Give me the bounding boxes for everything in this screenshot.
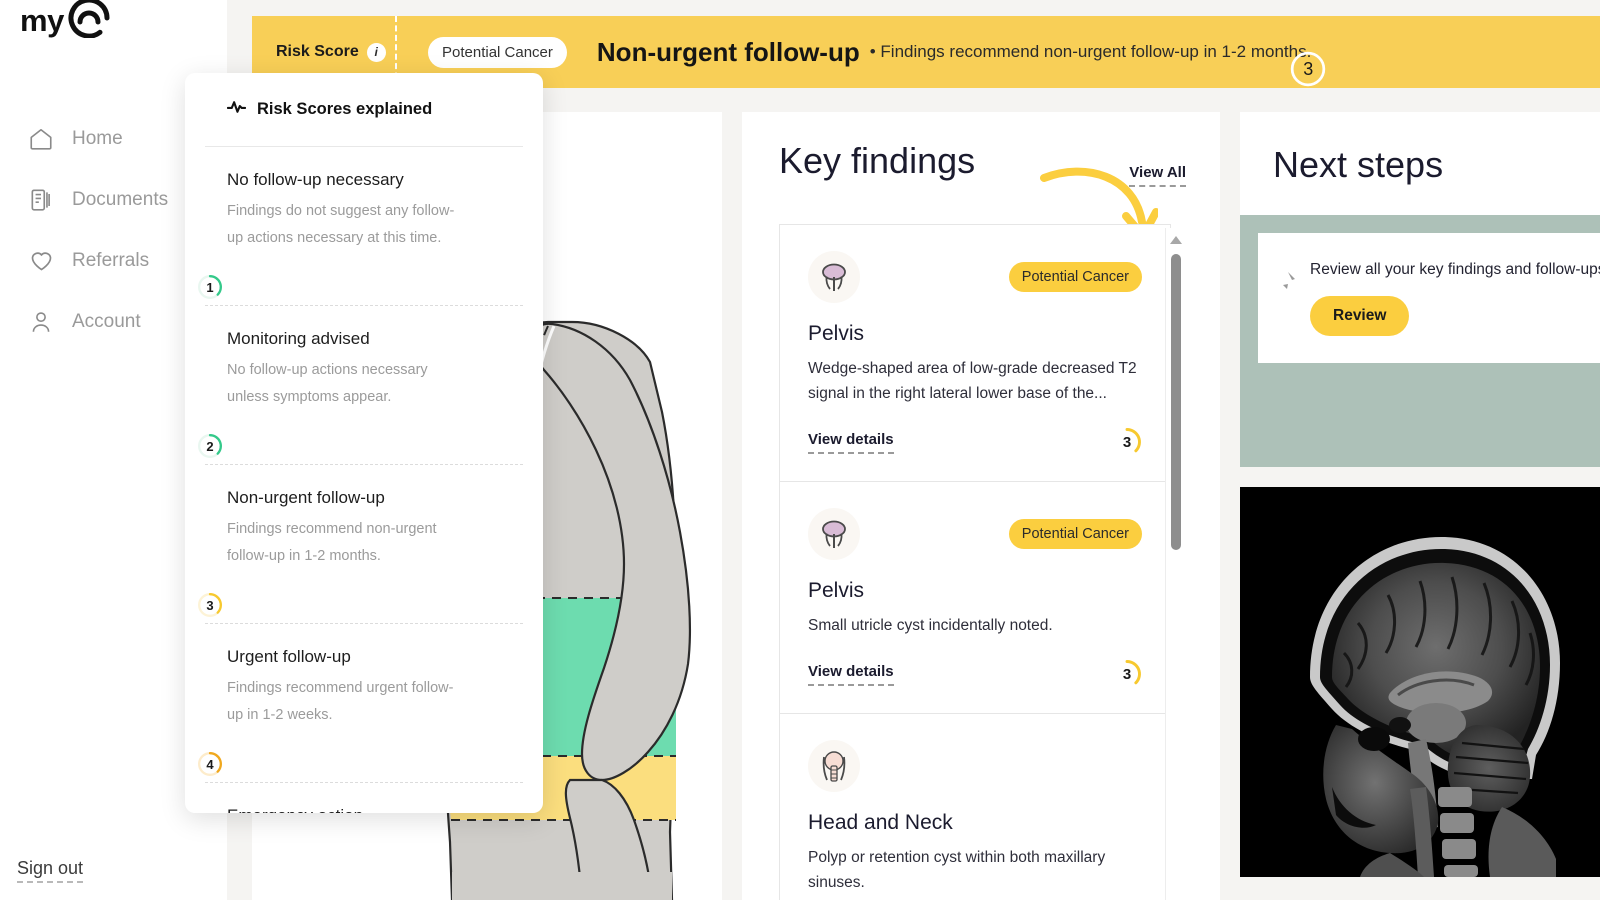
bladder-icon <box>808 508 860 560</box>
banner-bullet: • <box>869 42 876 61</box>
pushpin-icon <box>1274 269 1300 298</box>
risk-score-label-group[interactable]: Risk Score i <box>252 42 395 62</box>
sign-out-button[interactable]: Sign out <box>17 858 84 883</box>
risk-score-value: 3 <box>1122 665 1132 683</box>
risk-score-item-description: No follow-up actions necessary unless sy… <box>227 362 428 405</box>
risk-score-value: 3 <box>1122 433 1132 451</box>
risk-score-value: 3 <box>206 597 214 613</box>
sidebar-item-label: Account <box>72 310 141 332</box>
finding-card-header: Potential Cancer <box>808 251 1142 303</box>
banner-condition-chip: Potential Cancer <box>428 36 567 68</box>
findings-list[interactable]: Potential Cancer Pelvis Wedge-shaped are… <box>779 224 1171 900</box>
finding-description: Small utricle cyst incidentally noted. <box>808 617 1053 634</box>
next-steps-band: Review all your key findings and follow-… <box>1240 215 1600 467</box>
risk-score-item-3[interactable]: Non-urgent follow-up Findings recommend … <box>198 464 523 623</box>
risk-score-value: 1 <box>206 279 214 295</box>
risk-score-item-title: Non-urgent follow-up <box>227 488 385 507</box>
status-badge: Potential Cancer <box>1008 519 1142 549</box>
risk-score-item-title: No follow-up necessary <box>227 170 404 189</box>
scrollbar-thumb[interactable] <box>1170 254 1181 550</box>
risk-score-item-title: Monitoring advised <box>227 329 370 348</box>
finding-title: Pelvis <box>808 579 865 602</box>
head-neck-icon <box>808 740 860 792</box>
home-icon <box>26 124 56 154</box>
finding-title: Pelvis <box>808 322 865 345</box>
finding-card-footer: View details 3 <box>808 659 1142 689</box>
sidebar-item-label: Documents <box>72 188 169 210</box>
popover-title: Risk Scores explained <box>257 100 433 118</box>
view-all-link[interactable]: View All <box>1129 164 1186 187</box>
logo-text: my <box>20 2 64 38</box>
bladder-icon <box>808 251 860 303</box>
view-details-link[interactable]: View details <box>808 663 894 686</box>
risk-score-item-1[interactable]: No follow-up necessary Findings do not s… <box>185 147 543 305</box>
sidebar-item-label: Home <box>72 127 123 149</box>
sidebar-item-label: Referrals <box>72 249 150 271</box>
risk-score-item-title: Urgent follow-up <box>227 647 351 666</box>
risk-score-item-2[interactable]: Monitoring advised No follow-up actions … <box>198 305 523 464</box>
banner-risk-score-badge: 3 <box>1289 50 1327 88</box>
risk-score-badge: 1 <box>197 274 223 300</box>
banner-risk-score-value: 3 <box>1303 58 1314 79</box>
finding-card[interactable]: Potential Cancer Pelvis Wedge-shaped are… <box>780 225 1170 482</box>
finding-description: Polyp or retention cyst within both maxi… <box>808 849 1106 891</box>
key-findings-header: Key findings View All <box>742 112 1220 240</box>
risk-score-badge: 3 <box>1112 659 1142 689</box>
sagittal-brain-mri[interactable] <box>1240 487 1600 877</box>
finding-card-header: Potential Cancer <box>808 508 1142 560</box>
popover-header: Risk Scores explained <box>185 73 543 146</box>
risk-score-badge: 3 <box>197 592 223 618</box>
finding-card-header <box>808 740 1142 792</box>
risk-scores-popover[interactable]: Risk Scores explained No follow-up neces… <box>185 73 543 813</box>
banner-subtext-value: Findings recommend non-urgent follow-up … <box>880 42 1312 61</box>
risk-score-badge: 4 <box>197 751 223 777</box>
risk-score-label: Risk Score <box>276 43 359 60</box>
risk-score-item-4[interactable]: Urgent follow-up Findings recommend urge… <box>198 623 523 782</box>
risk-score-item-description: Findings do not suggest any follow-up ac… <box>227 203 455 246</box>
scroll-up-arrow-icon[interactable] <box>1169 236 1182 244</box>
next-step-card[interactable]: Review all your key findings and follow-… <box>1258 233 1600 363</box>
next-step-body: Review all your key findings and follow-… <box>1310 257 1600 336</box>
next-steps-title: Next steps <box>1273 144 1444 185</box>
finding-description: Wedge-shaped area of low-grade decreased… <box>808 360 1137 402</box>
key-findings-panel: Key findings View All Potential Cancer P… <box>742 112 1220 900</box>
view-details-link[interactable]: View details <box>808 431 894 454</box>
app-logo[interactable]: my <box>20 0 112 40</box>
findings-scrollbar[interactable] <box>1165 228 1185 900</box>
finding-card[interactable]: Potential Cancer Pelvis Small utricle cy… <box>780 482 1170 714</box>
risk-score-value: 4 <box>206 756 214 772</box>
risk-score-item-description: Findings recommend non-urgent follow-up … <box>227 521 437 564</box>
pulse-icon <box>226 99 247 120</box>
finding-card[interactable]: Head and Neck Polyp or retention cyst wi… <box>780 714 1170 900</box>
banner-headline: Non-urgent follow-up <box>596 36 860 67</box>
risk-score-item-description: Findings recommend urgent follow-up in 1… <box>227 680 454 723</box>
logo-mark-icon <box>66 0 112 43</box>
status-badge: Potential Cancer <box>1008 262 1142 292</box>
person-icon <box>26 307 56 337</box>
next-steps-panel: Next steps Review all your key findings … <box>1240 112 1600 467</box>
risk-score-badge: 2 <box>197 433 223 459</box>
banner-subtext: • Findings recommend non-urgent follow-u… <box>870 42 1312 62</box>
page-title: Key findings <box>779 140 976 181</box>
risk-score-value: 2 <box>206 438 214 454</box>
finding-card-footer: View details 3 <box>808 427 1142 457</box>
next-step-text: Review all your key findings and follow-… <box>1310 261 1600 278</box>
risk-score-item-title: Emergency action <box>227 806 501 813</box>
info-icon[interactable]: i <box>366 42 386 62</box>
risk-score-item-5[interactable]: Emergency action Findings require immedi… <box>205 782 523 813</box>
review-button[interactable]: Review <box>1310 296 1410 336</box>
documents-icon <box>26 185 56 215</box>
finding-title: Head and Neck <box>808 811 953 834</box>
heart-icon <box>26 246 56 276</box>
risk-score-badge: 3 <box>1112 427 1142 457</box>
